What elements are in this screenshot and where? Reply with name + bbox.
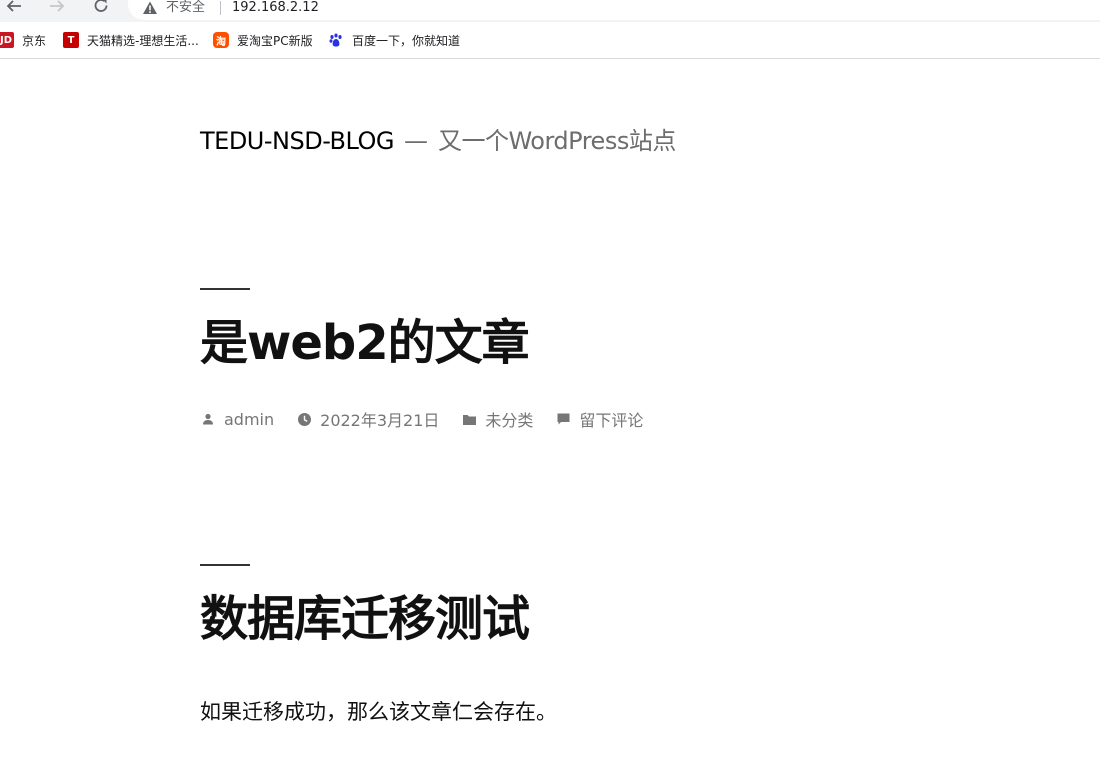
site-title-separator: — (403, 127, 428, 155)
bookmark-label: 京东 (22, 33, 47, 48)
post-author: admin (200, 410, 274, 429)
clock-icon (296, 411, 312, 427)
bookmarks-bar: JD 京东 T 天猫精选-理想生活... 淘 爱淘宝PC新版 百度一下，你就知道 (0, 22, 1100, 59)
browser-toolbar: 不安全 192.168.2.12 (0, 0, 1100, 22)
bookmark-jd[interactable]: JD 京东 (0, 31, 46, 49)
site-header: TEDU-NSD-BLOG — 又一个WordPress站点 (200, 125, 676, 157)
bookmark-taobao[interactable]: 淘 爱淘宝PC新版 (213, 31, 313, 49)
post-date: 2022年3月21日 (296, 407, 439, 431)
post-comments: 留下评论 (555, 407, 643, 431)
site-title-link[interactable]: TEDU-NSD-BLOG (200, 127, 394, 155)
category-link[interactable]: 未分类 (485, 407, 533, 431)
reload-icon (94, 0, 108, 12)
address-bar[interactable]: 不安全 192.168.2.12 (128, 0, 1100, 20)
bookmark-label: 天猫精选-理想生活... (87, 33, 199, 48)
bookmark-baidu[interactable]: 百度一下，你就知道 (328, 31, 460, 49)
post-meta: admin 2022年3月21日 未分类 留下评论 (200, 408, 665, 430)
back-arrow-icon (6, 0, 21, 12)
forward-button[interactable] (45, 0, 69, 18)
post-category: 未分类 (461, 407, 533, 431)
tmall-icon: T (63, 32, 79, 48)
forward-arrow-icon (50, 0, 65, 12)
comment-icon (555, 411, 571, 427)
author-link[interactable]: admin (224, 410, 274, 429)
post-title-link[interactable]: 是web2的文章 (200, 313, 530, 373)
taobao-icon: 淘 (213, 32, 229, 48)
warning-icon[interactable] (142, 0, 158, 16)
url-text[interactable]: 192.168.2.12 (232, 0, 319, 16)
bookmark-tmall[interactable]: T 天猫精选-理想生活... (63, 31, 199, 49)
baidu-icon (328, 32, 344, 48)
folder-icon (461, 411, 477, 427)
security-status-label[interactable]: 不安全 (166, 0, 205, 16)
bookmark-label: 爱淘宝PC新版 (237, 33, 313, 48)
post-excerpt: 如果迁移成功，那么该文章仁会存在。 (200, 700, 557, 724)
date-link[interactable]: 2022年3月21日 (320, 407, 439, 431)
comments-link[interactable]: 留下评论 (579, 407, 643, 431)
user-icon (200, 411, 216, 427)
back-button[interactable] (2, 0, 26, 18)
reload-button[interactable] (89, 0, 113, 18)
jd-icon: JD (0, 32, 14, 48)
post-title-link[interactable]: 数据库迁移测试 (200, 589, 530, 649)
site-description: 又一个WordPress站点 (437, 127, 676, 155)
address-divider (220, 1, 221, 15)
bookmark-label: 百度一下，你就知道 (352, 33, 461, 48)
post-divider (200, 288, 250, 290)
post-divider (200, 564, 250, 566)
